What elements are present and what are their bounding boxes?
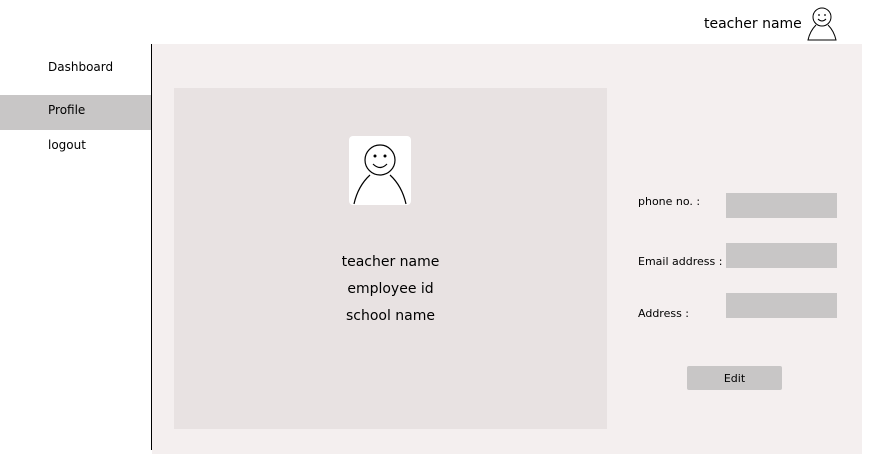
profile-name: teacher name <box>341 254 440 270</box>
profile-employee-id: employee id <box>347 281 434 297</box>
phone-field[interactable] <box>726 193 837 218</box>
sidebar-item-label: Profile <box>48 103 86 117</box>
address-field[interactable] <box>726 293 837 318</box>
sidebar-item-label: logout <box>48 138 86 152</box>
user-avatar-icon <box>349 136 411 205</box>
email-label: Email address : <box>638 255 723 268</box>
profile-school-name: school name <box>345 308 436 324</box>
phone-label: phone no. : <box>638 195 701 208</box>
email-field[interactable] <box>726 243 837 268</box>
sidebar-item-label: Dashboard <box>48 60 114 74</box>
main-content: teacher name employee id school name pho… <box>152 44 862 454</box>
edit-button[interactable]: Edit <box>687 366 782 390</box>
header-user-name: teacher name <box>704 16 802 32</box>
sidebar-item-logout[interactable]: logout <box>0 130 151 165</box>
sidebar-item-dashboard[interactable]: Dashboard <box>0 52 151 87</box>
sidebar-item-profile[interactable]: Profile <box>0 95 151 130</box>
user-avatar-icon[interactable] <box>807 5 837 42</box>
address-label: Address : <box>638 307 690 320</box>
top-bar: teacher name <box>0 0 881 44</box>
profile-card: teacher name employee id school name <box>174 88 607 429</box>
